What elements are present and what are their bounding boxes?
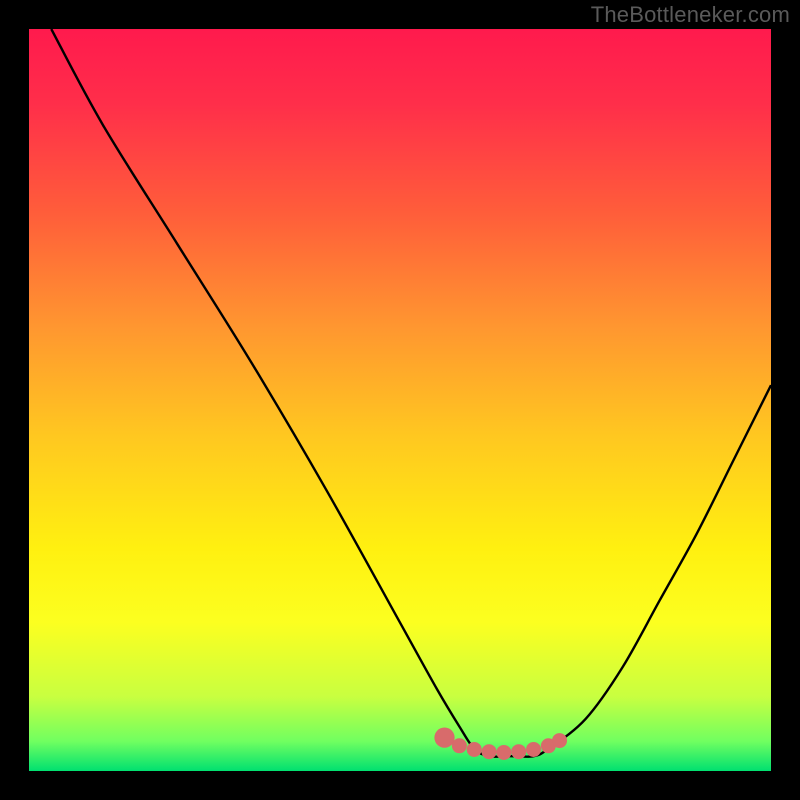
sweet-spot-point	[496, 745, 511, 760]
sweet-spot-point	[511, 744, 526, 759]
chart-frame: TheBottleneker.com	[0, 0, 800, 800]
heatmap-background	[29, 29, 771, 771]
watermark-text: TheBottleneker.com	[591, 2, 790, 28]
sweet-spot-point	[482, 744, 497, 759]
sweet-spot-point	[526, 742, 541, 757]
sweet-spot-point	[552, 733, 567, 748]
sweet-spot-point	[452, 738, 467, 753]
sweet-spot-point	[434, 727, 454, 747]
bottleneck-chart	[29, 29, 771, 771]
sweet-spot-point	[467, 742, 482, 757]
